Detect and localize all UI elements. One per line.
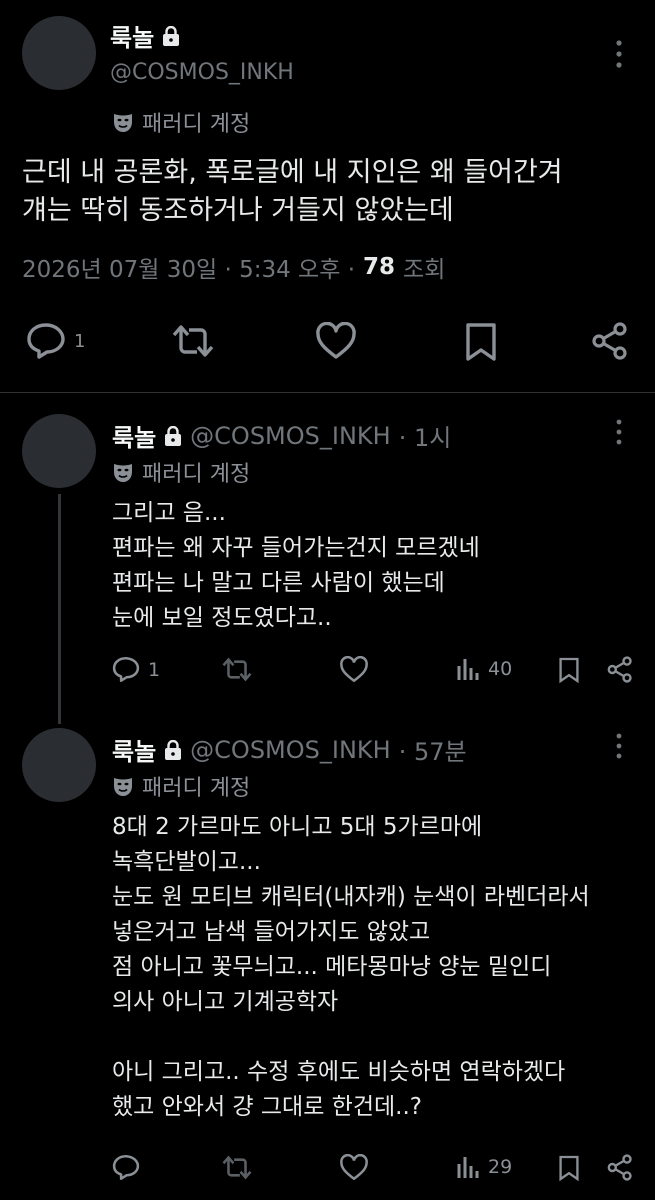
- divider: [0, 392, 655, 393]
- repost-icon[interactable]: [222, 656, 252, 683]
- more-options-icon[interactable]: [612, 418, 626, 446]
- share-icon[interactable]: [606, 1154, 634, 1181]
- views-button[interactable]: 29: [456, 1154, 512, 1180]
- lock-icon: [164, 739, 182, 760]
- parody-label: 패러디 계정: [112, 106, 250, 138]
- repost-icon[interactable]: [222, 1154, 252, 1181]
- post-text: 근데 내 공론화, 폭로글에 내 지인은 왜 들어간겨 걔는 딱히 동조하거나 …: [22, 157, 563, 226]
- lock-icon: [162, 25, 180, 46]
- repost-icon[interactable]: [172, 322, 214, 360]
- parody-label-text: 패러디 계정: [142, 776, 251, 801]
- parody-label-text: 패러디 계정: [142, 112, 251, 137]
- reply-button[interactable]: 1: [112, 656, 160, 683]
- handle[interactable]: @COSMOS_INKH: [190, 736, 391, 764]
- display-name[interactable]: 룩놀: [112, 732, 156, 767]
- mask-icon: [112, 111, 134, 133]
- reply-icon: [112, 656, 140, 683]
- display-name[interactable]: 룩놀: [112, 418, 156, 453]
- avatar[interactable]: [22, 728, 96, 802]
- more-options-icon[interactable]: [612, 732, 626, 760]
- timestamp[interactable]: · 57분: [399, 732, 467, 767]
- like-icon[interactable]: [340, 1154, 368, 1181]
- handle[interactable]: @COSMOS_INKH: [110, 60, 294, 85]
- post-datetime[interactable]: 2026년 07월 30일 · 5:34 오후 ·: [22, 250, 355, 284]
- analytics-icon: [456, 1154, 480, 1180]
- reply-text: 8대 2 가르마도 아니고 5대 5가르마에 녹흑단발이고... 눈도 원 모티…: [112, 814, 590, 1120]
- post-meta: 2026년 07월 30일 · 5:34 오후 · 78 조회: [22, 250, 445, 284]
- reply-header: 룩놀 @COSMOS_INKH · 57분: [112, 732, 467, 767]
- author-row: 룩놀: [110, 18, 180, 53]
- views-label: 조회: [403, 257, 446, 283]
- reply-count: 1: [148, 658, 161, 681]
- avatar[interactable]: [22, 414, 96, 488]
- views-button[interactable]: 40: [456, 656, 512, 682]
- lock-icon: [164, 425, 182, 446]
- thread-line: [58, 494, 61, 724]
- handle[interactable]: @COSMOS_INKH: [190, 422, 391, 450]
- share-icon[interactable]: [606, 656, 634, 683]
- reply-icon[interactable]: [112, 1154, 140, 1181]
- like-icon[interactable]: [316, 322, 356, 360]
- mask-icon: [112, 461, 134, 483]
- like-icon[interactable]: [340, 656, 368, 683]
- more-options-icon[interactable]: [612, 38, 626, 72]
- parody-label: 패러디 계정: [112, 770, 250, 802]
- views-count: 40: [488, 658, 513, 680]
- bookmark-icon[interactable]: [558, 1154, 580, 1182]
- parody-label-text: 패러디 계정: [142, 462, 251, 487]
- views-count: 29: [488, 1156, 513, 1178]
- mask-icon: [112, 775, 134, 797]
- share-icon[interactable]: [590, 322, 630, 360]
- bookmark-icon[interactable]: [558, 656, 580, 684]
- parody-label: 패러디 계정: [112, 456, 250, 488]
- analytics-icon: [456, 656, 480, 682]
- bookmark-icon[interactable]: [464, 322, 498, 362]
- avatar[interactable]: [22, 16, 96, 90]
- timestamp[interactable]: · 1시: [399, 418, 452, 453]
- views-count[interactable]: 78: [363, 254, 395, 280]
- display-name[interactable]: 룩놀: [110, 18, 154, 53]
- reply-header: 룩놀 @COSMOS_INKH · 1시: [112, 418, 451, 453]
- reply-button[interactable]: 1: [26, 322, 85, 360]
- reply-text: 그리고 음... 편파는 왜 자꾸 들어가는건지 모르겠네 편파는 나 말고 다…: [112, 500, 480, 631]
- reply-icon: [26, 322, 66, 360]
- reply-count: 1: [74, 330, 86, 352]
